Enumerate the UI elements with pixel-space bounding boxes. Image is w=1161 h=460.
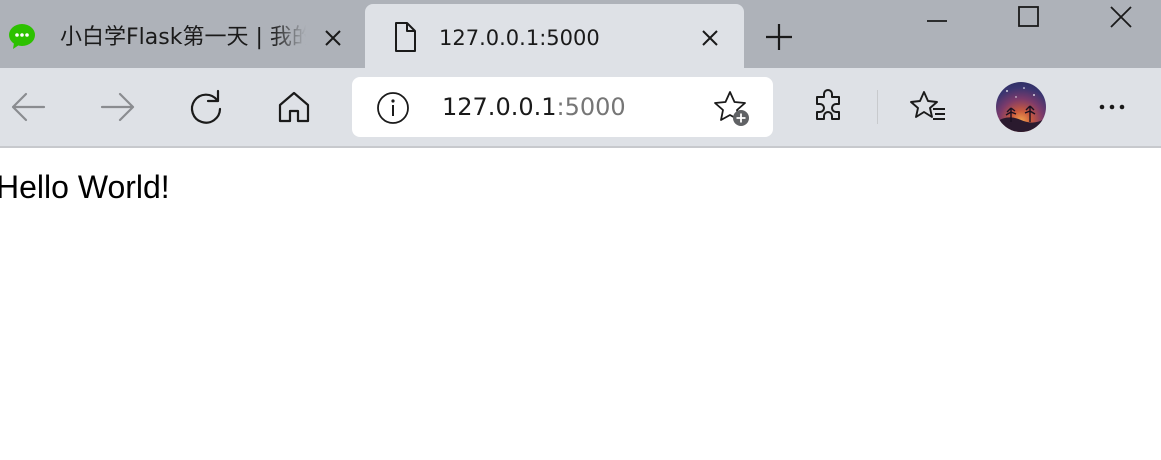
toolbar: 127.0.0.1:5000 (0, 68, 1161, 146)
new-tab-icon[interactable] (760, 18, 798, 56)
toolbar-separator (877, 90, 878, 124)
close-tab-icon[interactable] (698, 26, 722, 50)
maximize-icon[interactable] (984, 0, 1074, 34)
address-bar[interactable]: 127.0.0.1:5000 (352, 77, 773, 137)
page-icon (388, 20, 422, 52)
forward-icon[interactable] (96, 85, 140, 129)
minimize-icon[interactable] (892, 0, 982, 34)
window-close-icon[interactable] (1076, 0, 1161, 34)
address-url[interactable]: 127.0.0.1:5000 (442, 91, 626, 123)
extensions-icon[interactable] (806, 85, 850, 129)
refresh-icon[interactable] (184, 85, 228, 129)
tab-wechat-article[interactable]: 小白学Flask第一天 | 我的 (0, 4, 362, 68)
add-favorite-icon[interactable] (712, 89, 752, 127)
tab-localhost[interactable]: 127.0.0.1:5000 (365, 4, 744, 68)
url-port: :5000 (556, 93, 626, 121)
close-tab-icon[interactable] (321, 26, 345, 50)
tab-title: 小白学Flask第一天 | 我的 (60, 25, 306, 50)
more-icon[interactable] (1090, 85, 1134, 129)
tab-strip: 小白学Flask第一天 | 我的 127.0.0.1:5000 (0, 0, 1161, 68)
back-icon[interactable] (6, 85, 50, 129)
tab-title: 127.0.0.1:5000 (439, 26, 600, 50)
page-body-text: Hello World! (0, 169, 170, 205)
page-content: Hello World! (0, 148, 1161, 460)
info-icon[interactable] (376, 91, 410, 125)
favorites-icon[interactable] (906, 85, 950, 129)
url-host: 127.0.0.1 (442, 93, 557, 121)
profile-avatar[interactable] (996, 82, 1046, 132)
wechat-icon (8, 22, 42, 52)
home-icon[interactable] (272, 85, 316, 129)
